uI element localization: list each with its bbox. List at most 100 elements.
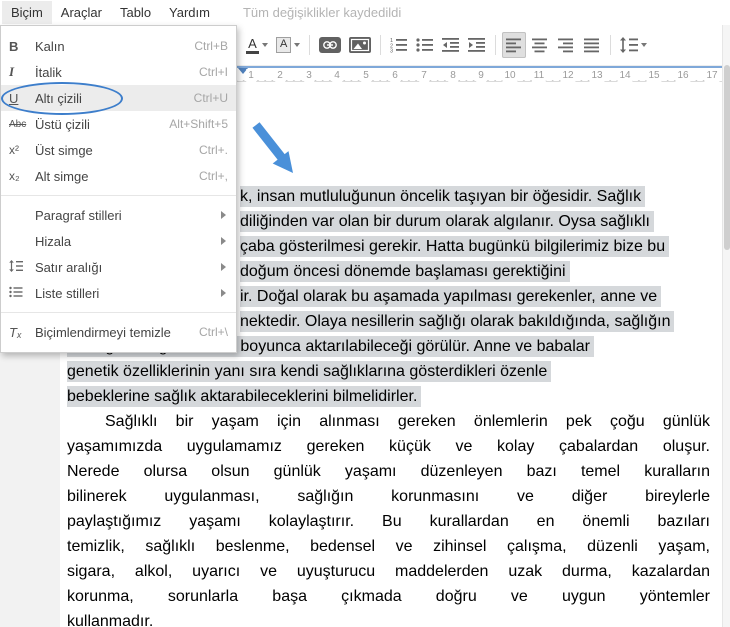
submenu-arrow-icon: [221, 211, 226, 219]
ruler-number: 11: [532, 69, 546, 82]
doc-line[interactable]: korunma, sorunlarla başa çıkmada doğru v…: [67, 587, 710, 607]
ruler-number: 1: [246, 69, 256, 82]
format-menu-dropdown: B Kalın Ctrl+B I İtalik Ctrl+I U Altı çi…: [0, 25, 237, 353]
doc-line[interactable]: nektedir. Olaya nesillerin sağlığı olara…: [240, 312, 674, 332]
bold-icon: B: [9, 39, 35, 54]
text-color-button[interactable]: A: [243, 32, 271, 58]
doc-line[interactable]: bilinerek uygulanması, sağlığın korunmas…: [67, 487, 710, 507]
doc-line[interactable]: ir. Doğal olarak bu aşamada yapılması ge…: [240, 287, 661, 307]
doc-line[interactable]: yaşamımızda uygulamamız gereken küçük ve…: [67, 437, 710, 457]
ruler-number: 10: [502, 69, 517, 82]
menu-separator: [1, 195, 236, 196]
decrease-indent-button[interactable]: [439, 32, 463, 58]
menu-item-italik[interactable]: I İtalik Ctrl+I: [1, 59, 236, 85]
align-left-button[interactable]: [502, 32, 526, 58]
link-icon: [319, 37, 341, 53]
list-styles-icon: [9, 286, 35, 301]
ruler-number: 15: [646, 69, 661, 82]
subscript-icon: x₂: [9, 169, 35, 183]
submenu-arrow-icon: [221, 237, 226, 245]
indent-icon: [468, 37, 486, 53]
submenu-arrow-icon: [221, 263, 226, 271]
menu-item-label: Üstü çizili: [35, 117, 169, 132]
insert-image-button[interactable]: [346, 32, 374, 58]
menu-item-alt-simge[interactable]: x₂ Alt simge Ctrl+,: [1, 163, 236, 189]
menu-item-label: Biçimlendirmeyi temizle: [35, 325, 199, 340]
menu-item-liste-stilleri[interactable]: Liste stilleri: [1, 280, 236, 306]
doc-line[interactable]: çaba gösterilmesi gerekir. Hatta bugünkü…: [240, 237, 669, 257]
menu-item-paragraf-stilleri[interactable]: Paragraf stilleri: [1, 202, 236, 228]
menu-item-shortcut: Ctrl+I: [199, 65, 228, 79]
insert-link-button[interactable]: [316, 32, 344, 58]
menu-item-alti-cizili[interactable]: U Altı çizili Ctrl+U: [1, 85, 236, 111]
menu-item-label: Altı çizili: [35, 91, 194, 106]
menubar-item-tablo[interactable]: Tablo: [111, 1, 160, 24]
line-spacing-icon: [9, 260, 35, 275]
menubar-item-bicim[interactable]: Biçim: [2, 1, 52, 24]
horizontal-ruler[interactable]: 1 2 3 4 5 6 7 8 9 10 11 12 13 14 15 16 1…: [237, 66, 722, 82]
menu-separator: [1, 312, 236, 313]
vertical-scrollbar[interactable]: [722, 25, 730, 627]
italic-icon: I: [9, 64, 35, 80]
menu-item-satir-araligi[interactable]: Satır aralığı: [1, 254, 236, 280]
menu-item-label: Üst simge: [35, 143, 199, 158]
increase-indent-button[interactable]: [465, 32, 489, 58]
ruler-number: 9: [476, 69, 486, 82]
menubar-item-yardim[interactable]: Yardım: [160, 1, 219, 24]
menu-item-ustu-cizili[interactable]: Abc Üstü çizili Alt+Shift+5: [1, 111, 236, 137]
doc-line[interactable]: diliğinden var olan bir durum olarak alg…: [240, 212, 654, 232]
align-justify-icon: [584, 37, 600, 53]
menu-item-label: Liste stilleri: [35, 286, 221, 301]
doc-line[interactable]: genetik özelliklerinin yanı sıra kendi s…: [67, 362, 551, 382]
numbered-list-icon: 1 2 3: [390, 37, 408, 53]
underline-icon: U: [9, 91, 35, 106]
save-status-text: Tüm değişiklikler kaydedildi: [243, 5, 401, 20]
toolbar-separator: [610, 35, 611, 55]
superscript-icon: x²: [9, 143, 35, 157]
align-right-button[interactable]: [554, 32, 578, 58]
highlight-color-button[interactable]: A: [273, 32, 303, 58]
menu-item-shortcut: Ctrl+.: [199, 143, 228, 157]
menu-item-hizala[interactable]: Hizala: [1, 228, 236, 254]
menubar-item-araclar[interactable]: Araçlar: [52, 1, 111, 24]
ruler-number: 13: [589, 69, 604, 82]
ruler-number: 4: [332, 69, 342, 82]
menu-item-label: Satır aralığı: [35, 260, 221, 275]
align-center-button[interactable]: [528, 32, 552, 58]
align-left-icon: [506, 37, 522, 53]
menu-item-shortcut: Ctrl+U: [194, 91, 228, 105]
menu-item-shortcut: Ctrl+,: [199, 169, 228, 183]
toolbar: A A: [237, 25, 722, 66]
menu-item-kalin[interactable]: B Kalın Ctrl+B: [1, 33, 236, 59]
menu-item-shortcut: Alt+Shift+5: [169, 117, 228, 131]
highlight-color-icon: A: [276, 37, 291, 53]
text-color-icon: A: [246, 37, 259, 54]
scrollbar-thumb[interactable]: [724, 65, 730, 250]
doc-line[interactable]: kullanmadır.: [67, 612, 153, 627]
doc-line[interactable]: Sağlıklı bir yaşam için alınması gereken…: [67, 412, 710, 432]
doc-line[interactable]: paylaştığımız yaşamı kolaylaştırır. Bu k…: [67, 512, 710, 532]
ruler-number: 6: [390, 69, 400, 82]
doc-line[interactable]: k, insan mutluluğunun öncelik taşıyan bi…: [240, 187, 645, 207]
menu-item-label: Paragraf stilleri: [35, 208, 221, 223]
line-spacing-button[interactable]: [617, 32, 650, 58]
menubar: Biçim Araçlar Tablo Yardım Tüm değişikli…: [0, 0, 730, 25]
doc-line[interactable]: temizlik, sağlıklı beslenme, bedensel ve…: [67, 537, 710, 557]
bulleted-list-icon: [416, 37, 434, 53]
align-justify-button[interactable]: [580, 32, 604, 58]
menu-item-bicimlendirmeyi-temizle[interactable]: Tₓ Biçimlendirmeyi temizle Ctrl+\: [1, 319, 236, 345]
toolbar-separator: [380, 35, 381, 55]
bulleted-list-button[interactable]: [413, 32, 437, 58]
doc-line[interactable]: doğum öncesi dönemde başlaması gerektiği…: [240, 262, 570, 282]
submenu-arrow-icon: [221, 289, 226, 297]
doc-line[interactable]: sigara, alkol, uyarıcı ve uyuşturucu mad…: [67, 562, 710, 582]
ruler-number: 3: [304, 69, 314, 82]
ruler-number: 5: [361, 69, 371, 82]
doc-line[interactable]: bebeklerine sağlık aktarabileceklerini b…: [67, 387, 421, 407]
ruler-number: 17: [704, 69, 719, 82]
doc-line[interactable]: Nerede olursa olsun günlük yaşamı düzenl…: [67, 462, 710, 482]
menu-item-ust-simge[interactable]: x² Üst simge Ctrl+.: [1, 137, 236, 163]
outdent-icon: [442, 37, 460, 53]
numbered-list-button[interactable]: 1 2 3: [387, 32, 411, 58]
strikethrough-icon: Abc: [9, 119, 35, 130]
